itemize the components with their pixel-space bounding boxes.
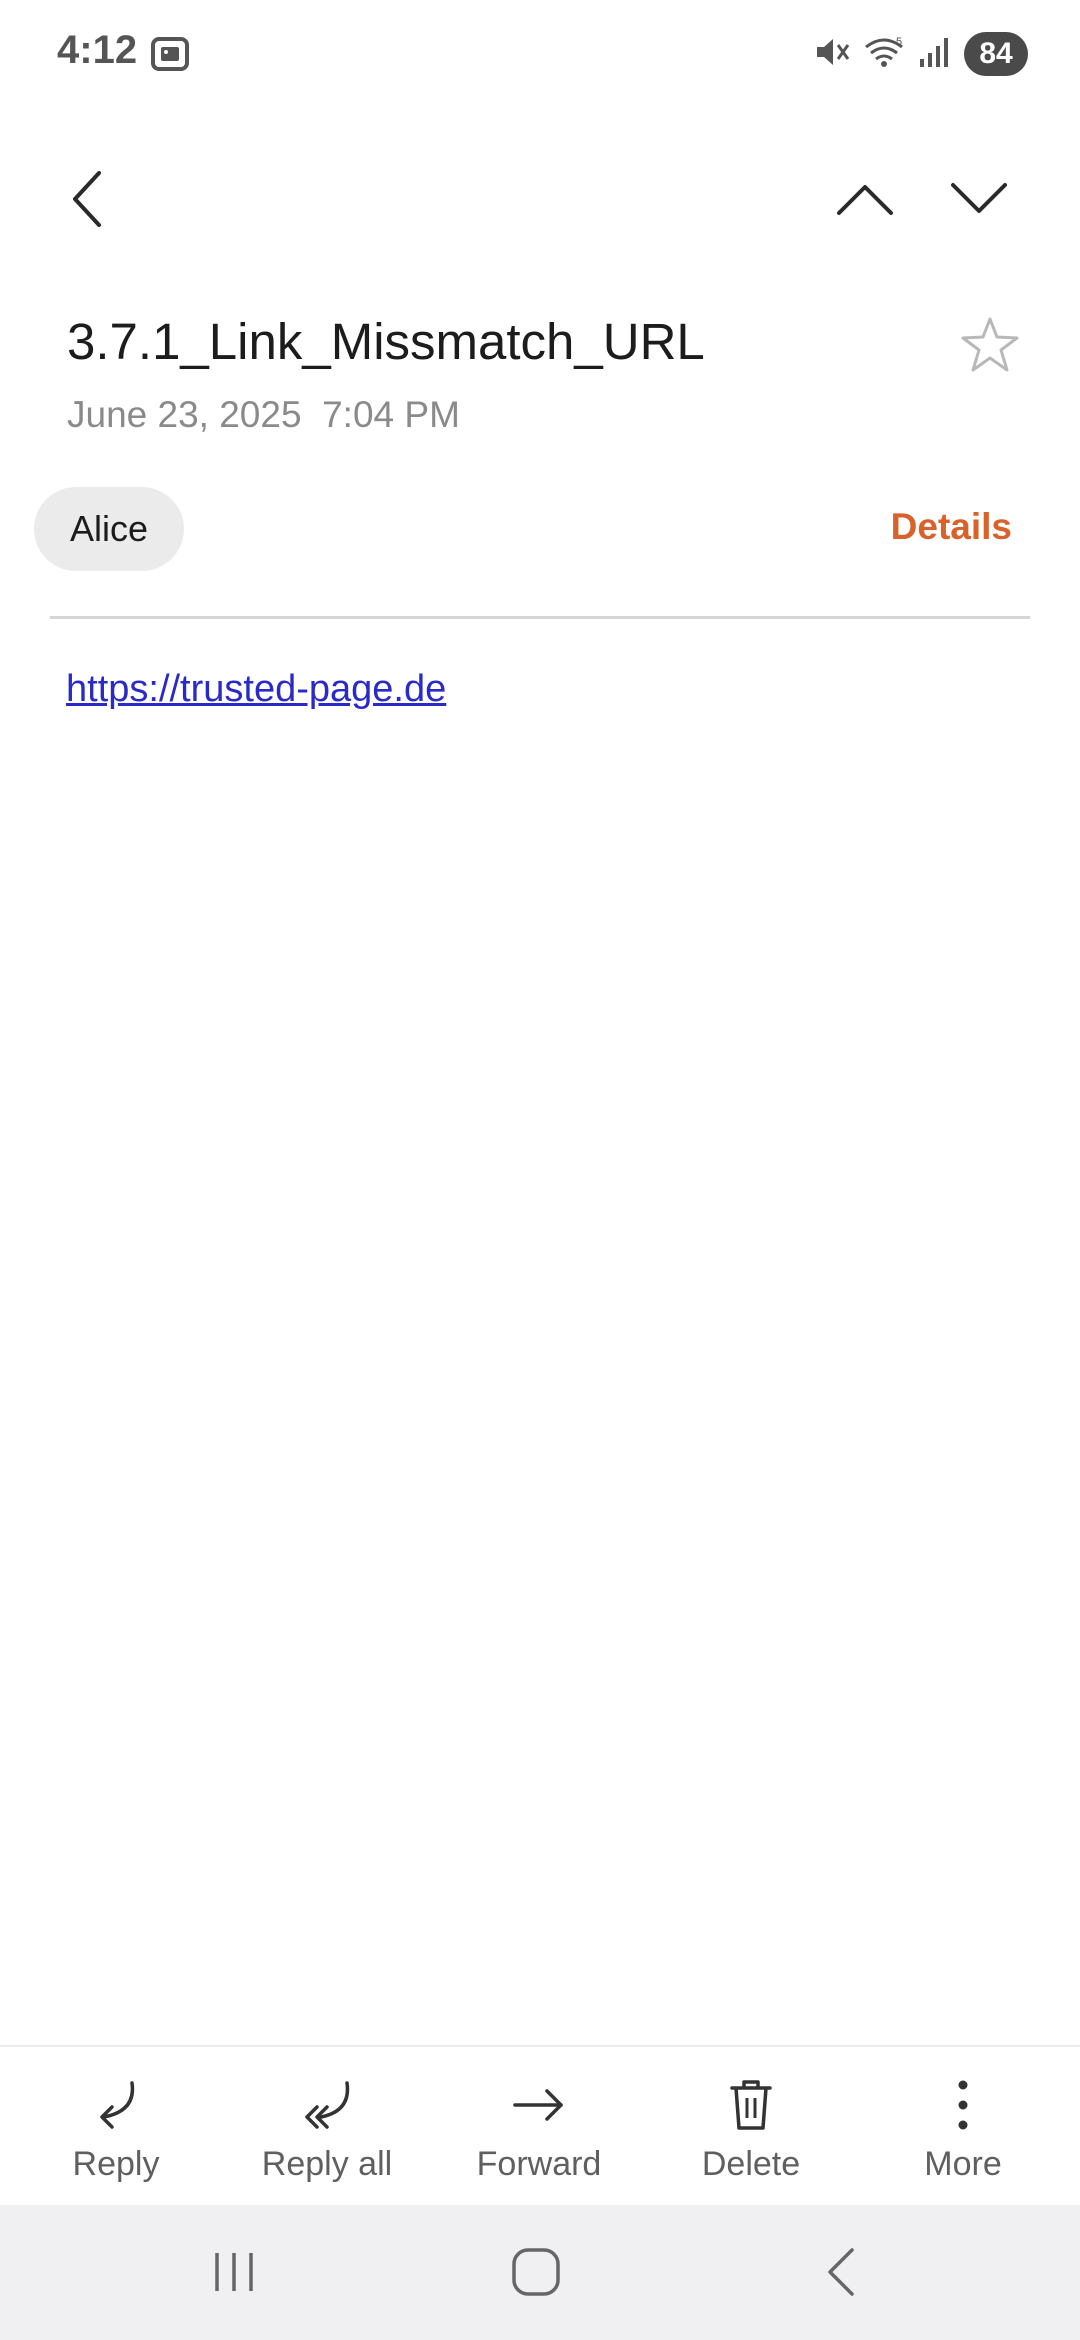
forward-label: Forward xyxy=(476,2145,602,2183)
reply-all-icon xyxy=(292,2075,362,2135)
recents-icon[interactable] xyxy=(184,2227,284,2317)
back-arrow-icon[interactable] xyxy=(42,154,132,244)
email-toolbar xyxy=(0,150,1080,250)
email-date: June 23, 2025 7:04 PM xyxy=(67,394,460,435)
star-icon[interactable] xyxy=(955,310,1025,380)
email-subject: 3.7.1_Link_Missmatch_URL xyxy=(67,313,705,370)
reply-button[interactable]: Reply xyxy=(26,2047,206,2207)
body-link[interactable]: https://trusted-page.de xyxy=(66,668,446,711)
reply-all-button[interactable]: Reply all xyxy=(237,2047,417,2207)
screenshot-icon xyxy=(150,36,190,72)
more-vertical-icon xyxy=(928,2075,998,2135)
reply-icon xyxy=(81,2075,151,2135)
svg-text:5: 5 xyxy=(896,36,902,48)
status-indicators: 5 84 xyxy=(812,30,1028,78)
reply-all-label: Reply all xyxy=(261,2145,393,2183)
system-nav-bar xyxy=(0,2205,1080,2340)
action-bar: Reply Reply all Forward Delete More xyxy=(0,2045,1080,2207)
home-icon[interactable] xyxy=(486,2227,586,2317)
status-time: 4:12 xyxy=(57,28,138,72)
wifi-icon: 5 xyxy=(862,33,906,76)
signal-icon xyxy=(918,33,952,76)
delete-button[interactable]: Delete xyxy=(661,2047,841,2207)
details-button[interactable]: Details xyxy=(891,506,1012,548)
chevron-down-icon[interactable] xyxy=(934,154,1024,244)
forward-arrow-icon xyxy=(504,2075,574,2135)
delete-label: Delete xyxy=(701,2145,801,2183)
trash-icon xyxy=(716,2075,786,2135)
battery-indicator: 84 xyxy=(964,32,1028,76)
status-bar: 4:12 5 84 xyxy=(0,0,1080,110)
forward-button[interactable]: Forward xyxy=(449,2047,629,2207)
mute-icon xyxy=(812,33,850,76)
header-divider xyxy=(50,616,1030,619)
sender-chip[interactable]: Alice xyxy=(34,487,184,571)
more-button[interactable]: More xyxy=(873,2047,1053,2207)
chevron-up-icon[interactable] xyxy=(820,154,910,244)
more-label: More xyxy=(924,2145,1002,2183)
back-icon[interactable] xyxy=(790,2227,890,2317)
reply-label: Reply xyxy=(72,2145,160,2183)
